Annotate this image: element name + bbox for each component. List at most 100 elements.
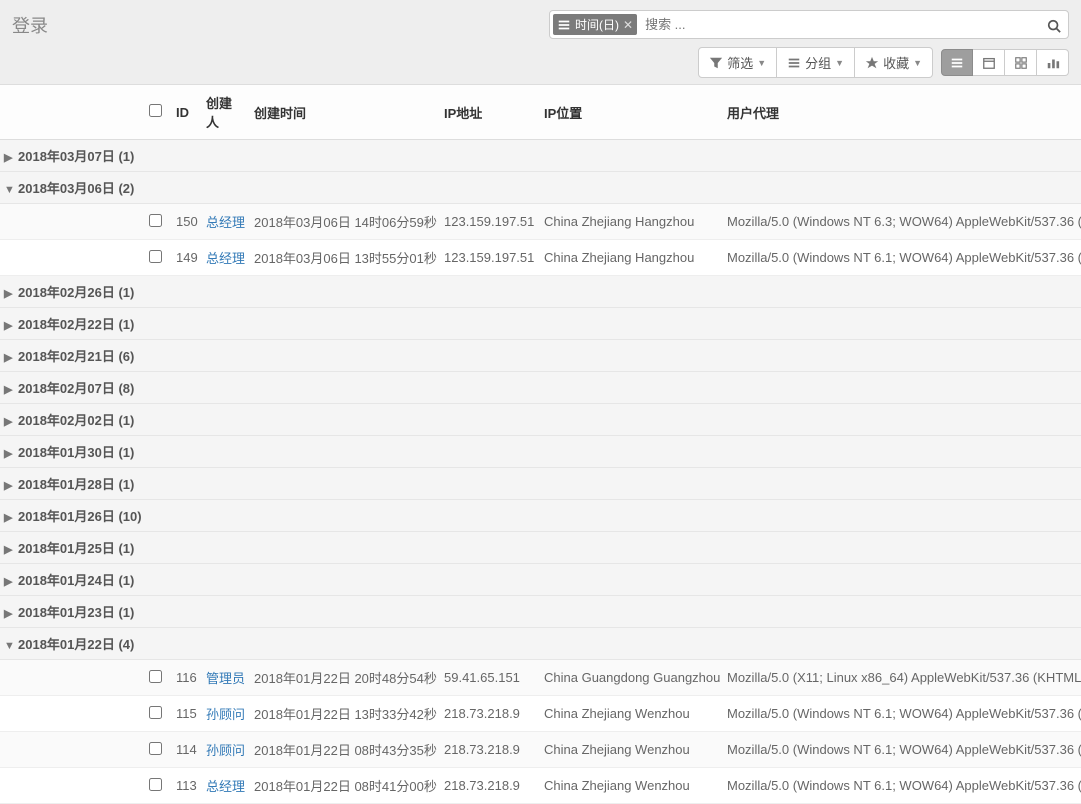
favorite-button[interactable]: 收藏 ▼ <box>855 47 933 78</box>
group-row[interactable]: ▶2018年02月02日 (1) <box>0 404 1081 436</box>
group-label: 2018年02月07日 (8) <box>18 381 134 396</box>
caret-right-icon[interactable]: ▶ <box>4 287 16 300</box>
cell-ip: 218.73.218.9 <box>438 768 538 804</box>
cell-ip: 59.41.65.151 <box>438 660 538 696</box>
col-ip-location[interactable]: IP位置 <box>538 85 721 140</box>
row-checkbox[interactable] <box>149 250 162 263</box>
cell-time: 2018年01月22日 08时41分00秒 <box>248 768 438 804</box>
group-row[interactable]: ▶2018年02月22日 (1) <box>0 308 1081 340</box>
filter-button-label: 筛选 <box>727 53 753 72</box>
cell-indent <box>0 732 140 768</box>
cell-ua: Mozilla/5.0 (X11; Linux x86_64) AppleWeb… <box>721 660 1081 696</box>
table-row[interactable]: 116管理员2018年01月22日 20时48分54秒59.41.65.151C… <box>0 660 1081 696</box>
group-button[interactable]: 分组 ▼ <box>777 47 855 78</box>
creator-link[interactable]: 管理员 <box>206 671 245 686</box>
group-row[interactable]: ▶2018年02月26日 (1) <box>0 276 1081 308</box>
row-checkbox[interactable] <box>149 214 162 227</box>
cell-indent <box>0 204 140 240</box>
row-checkbox[interactable] <box>149 742 162 755</box>
caret-right-icon[interactable]: ▶ <box>4 511 16 524</box>
cell-indent <box>0 660 140 696</box>
caret-down-icon: ▼ <box>913 58 922 68</box>
cell-creator[interactable]: 管理员 <box>200 660 248 696</box>
group-row[interactable]: ▼2018年03月06日 (2) <box>0 172 1081 204</box>
view-calendar-button[interactable] <box>973 49 1005 77</box>
cell-id: 113 <box>170 768 200 804</box>
group-row[interactable]: ▶2018年01月25日 (1) <box>0 532 1081 564</box>
group-label: 2018年03月07日 (1) <box>18 149 134 164</box>
caret-right-icon[interactable]: ▶ <box>4 151 16 164</box>
creator-link[interactable]: 总经理 <box>206 215 245 230</box>
cell-creator[interactable]: 总经理 <box>200 768 248 804</box>
chip-remove-icon[interactable]: ✕ <box>623 18 633 32</box>
table-row[interactable]: 149总经理2018年03月06日 13时55分01秒123.159.197.5… <box>0 240 1081 276</box>
cell-checkbox[interactable] <box>140 240 170 276</box>
funnel-icon <box>709 55 723 71</box>
col-id[interactable]: ID <box>170 85 200 140</box>
cell-creator[interactable]: 孙顾问 <box>200 732 248 768</box>
creator-link[interactable]: 总经理 <box>206 251 245 266</box>
col-created-time[interactable]: 创建时间 <box>248 85 438 140</box>
search-icon[interactable] <box>1043 16 1065 32</box>
group-row[interactable]: ▶2018年01月28日 (1) <box>0 468 1081 500</box>
cell-creator[interactable]: 总经理 <box>200 240 248 276</box>
cell-checkbox[interactable] <box>140 660 170 696</box>
caret-right-icon[interactable]: ▶ <box>4 351 16 364</box>
group-row[interactable]: ▶2018年03月07日 (1) <box>0 140 1081 172</box>
group-row[interactable]: ▶2018年02月21日 (6) <box>0 340 1081 372</box>
cell-checkbox[interactable] <box>140 696 170 732</box>
group-row[interactable]: ▶2018年02月07日 (8) <box>0 372 1081 404</box>
cell-checkbox[interactable] <box>140 768 170 804</box>
group-row[interactable]: ▶2018年01月26日 (10) <box>0 500 1081 532</box>
table-row[interactable]: 115孙顾问2018年01月22日 13时33分42秒218.73.218.9C… <box>0 696 1081 732</box>
caret-right-icon[interactable]: ▶ <box>4 447 16 460</box>
row-checkbox[interactable] <box>149 706 162 719</box>
col-ip-address[interactable]: IP地址 <box>438 85 538 140</box>
filter-chip-label: 时间(日) <box>575 16 619 33</box>
col-user-agent[interactable]: 用户代理 <box>721 85 1081 140</box>
col-creator[interactable]: 创建人 <box>200 85 248 140</box>
caret-right-icon[interactable]: ▶ <box>4 607 16 620</box>
view-pivot-button[interactable] <box>1005 49 1037 77</box>
cell-ua: Mozilla/5.0 (Windows NT 6.1; WOW64) Appl… <box>721 768 1081 804</box>
search-input[interactable] <box>641 15 1043 34</box>
caret-right-icon[interactable]: ▶ <box>4 479 16 492</box>
cell-creator[interactable]: 孙顾问 <box>200 696 248 732</box>
view-graph-button[interactable] <box>1037 49 1069 77</box>
filter-chip[interactable]: 时间(日) ✕ <box>553 14 637 35</box>
col-checkbox[interactable] <box>140 85 170 140</box>
select-all-checkbox[interactable] <box>149 104 162 117</box>
row-checkbox[interactable] <box>149 778 162 791</box>
caret-right-icon[interactable]: ▶ <box>4 415 16 428</box>
row-checkbox[interactable] <box>149 670 162 683</box>
table-row[interactable]: 150总经理2018年03月06日 14时06分59秒123.159.197.5… <box>0 204 1081 240</box>
caret-down-icon[interactable]: ▼ <box>4 184 16 196</box>
group-label: 2018年02月26日 (1) <box>18 285 134 300</box>
group-row[interactable]: ▼2018年01月22日 (4) <box>0 628 1081 660</box>
filter-button[interactable]: 筛选 ▼ <box>698 47 777 78</box>
group-row[interactable]: ▶2018年01月30日 (1) <box>0 436 1081 468</box>
cell-time: 2018年01月22日 20时48分54秒 <box>248 660 438 696</box>
table-row[interactable]: 114孙顾问2018年01月22日 08时43分35秒218.73.218.9C… <box>0 732 1081 768</box>
caret-down-icon: ▼ <box>757 58 766 68</box>
caret-down-icon[interactable]: ▼ <box>4 640 16 652</box>
search-box[interactable]: 时间(日) ✕ <box>549 10 1069 39</box>
caret-right-icon[interactable]: ▶ <box>4 543 16 556</box>
group-row[interactable]: ▶2018年01月23日 (1) <box>0 596 1081 628</box>
group-row[interactable]: ▶2018年01月24日 (1) <box>0 564 1081 596</box>
creator-link[interactable]: 总经理 <box>206 779 245 794</box>
group-label: 2018年02月21日 (6) <box>18 349 134 364</box>
caret-right-icon[interactable]: ▶ <box>4 575 16 588</box>
cell-checkbox[interactable] <box>140 732 170 768</box>
creator-link[interactable]: 孙顾问 <box>206 707 245 722</box>
view-list-button[interactable] <box>941 49 973 77</box>
caret-right-icon[interactable]: ▶ <box>4 383 16 396</box>
creator-link[interactable]: 孙顾问 <box>206 743 245 758</box>
cell-creator[interactable]: 总经理 <box>200 204 248 240</box>
cell-loc: China Zhejiang Hangzhou <box>538 240 721 276</box>
cell-indent <box>0 240 140 276</box>
table-row[interactable]: 113总经理2018年01月22日 08时41分00秒218.73.218.9C… <box>0 768 1081 804</box>
caret-right-icon[interactable]: ▶ <box>4 319 16 332</box>
cell-ua: Mozilla/5.0 (Windows NT 6.3; WOW64) Appl… <box>721 204 1081 240</box>
cell-checkbox[interactable] <box>140 204 170 240</box>
